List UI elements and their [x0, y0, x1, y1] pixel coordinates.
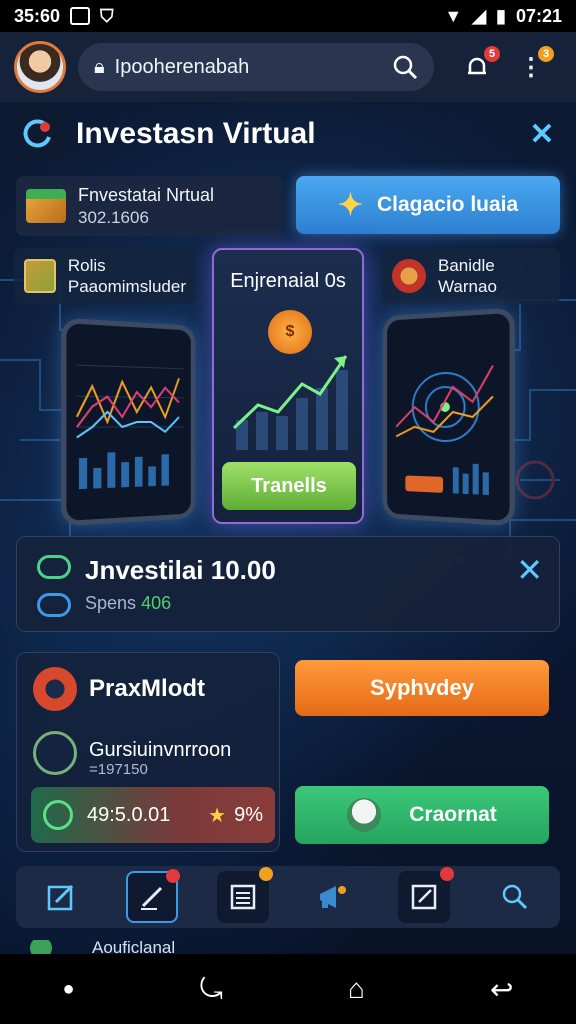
- stat-bar[interactable]: 49:5.0.01 ★ 9%: [31, 787, 275, 843]
- cube-icon: [24, 259, 56, 293]
- system-nav-bar: ● ⤿ ⌂ ↩: [0, 954, 576, 1024]
- dot-icon[interactable]: ●: [63, 978, 75, 1001]
- app-icon: [70, 7, 91, 25]
- notification-button[interactable]: 5: [462, 46, 500, 82]
- phone-illustration-left: [61, 317, 196, 527]
- line-chart-graphic: [66, 323, 190, 490]
- shield-icon: ⛉: [100, 5, 114, 26]
- notification-sub-label: Spens: [85, 593, 137, 613]
- notification-card[interactable]: Jnvestilai 10.00 Spens 406 ✕: [16, 536, 560, 632]
- logo-icon: [23, 119, 51, 148]
- coin-symbol: $: [285, 323, 295, 340]
- app-logo: [14, 110, 62, 158]
- balance-label: Fnvestatai Nrtual: [78, 184, 215, 205]
- page-title: Investasn Virtual: [76, 117, 316, 150]
- tab-alert-dot: [439, 867, 454, 881]
- status-bar: 35:60 ⛉ ▼ ◢ ▮ 07:21: [0, 0, 576, 32]
- document-edit-icon: [411, 884, 437, 910]
- sparkle-icon: ✦: [337, 188, 363, 222]
- green-button-label: Craornat: [409, 803, 497, 826]
- list-icon: [230, 884, 255, 910]
- portfolio-title: PraxMlodt: [89, 675, 206, 702]
- menu-badge: 3: [538, 46, 554, 62]
- conversion-label: Gursiuinvnrroon: [89, 739, 232, 761]
- center-card-button[interactable]: Tranells: [222, 462, 356, 510]
- tab-write[interactable]: [125, 869, 180, 923]
- close-icon[interactable]: ✕: [516, 551, 543, 589]
- edit-icon: [48, 884, 74, 911]
- pencil-icon: [140, 886, 163, 910]
- radar-chart-graphic: [387, 313, 509, 496]
- toggle-icon: [37, 555, 71, 579]
- avatar[interactable]: [14, 41, 66, 93]
- notification-title: Jnvestilai 10.00: [85, 555, 276, 585]
- overflow-menu-button[interactable]: ⋮ 3: [516, 46, 554, 82]
- tab-list[interactable]: [216, 867, 273, 923]
- primary-action-button[interactable]: ✦ Clagacio luaia: [296, 176, 560, 234]
- home-icon[interactable]: ⌂: [348, 973, 365, 1005]
- primary-button-label: Clagacio luaia: [376, 193, 519, 216]
- recent-apps-icon[interactable]: ⤿: [200, 973, 223, 1006]
- portfolio-panel: PraxMlodt Gursiuinvnrroon =197150 49:5.0…: [16, 652, 280, 852]
- center-card-title: Enjrenaial 0s: [230, 270, 346, 292]
- lock-icon: 🔒︎: [94, 55, 105, 78]
- back-icon[interactable]: ↩: [490, 973, 513, 1006]
- signal-icon: ◢: [472, 5, 487, 26]
- mascot-icon: [347, 798, 382, 832]
- bottom-tab-bar: [16, 866, 560, 928]
- feature-left-subtitle: Paaomimsluder: [67, 277, 186, 296]
- balance-card[interactable]: Fnvestatai Nrtual 302.1606: [16, 176, 282, 236]
- orange-action-button[interactable]: Syphvdey: [295, 660, 549, 716]
- tab-document[interactable]: [397, 867, 454, 923]
- feature-right-title: Banidle: [438, 256, 495, 275]
- url-bar[interactable]: 🔒︎ Ipooherenabah: [78, 43, 434, 91]
- feature-left-title: Rolis: [67, 256, 106, 275]
- tab-megaphone[interactable]: [307, 871, 359, 923]
- growth-chart-graphic: [232, 355, 348, 450]
- stat-percent: 9%: [234, 803, 263, 826]
- url-text: Ipooherenabah: [114, 55, 250, 78]
- conversion-value: =197150: [89, 761, 148, 778]
- tab-search[interactable]: [489, 871, 541, 923]
- close-icon[interactable]: ✕: [522, 117, 562, 152]
- tab-edit[interactable]: [35, 871, 87, 923]
- top-bar: 🔒︎ Ipooherenabah 5 ⋮ 3: [0, 32, 576, 102]
- balance-value: 302.1606: [78, 207, 149, 227]
- green-action-button[interactable]: Craornat: [295, 786, 549, 844]
- search-icon[interactable]: [392, 54, 418, 80]
- notification-sub-value: 406: [141, 593, 172, 613]
- feature-card-center[interactable]: Enjrenaial 0s $ Tranells: [212, 248, 364, 524]
- tab-alert-dot: [258, 867, 273, 881]
- feature-card-right[interactable]: Banidle Warnao: [382, 248, 560, 304]
- tab-alert-dot: [165, 869, 180, 883]
- star-icon: ★: [208, 804, 227, 827]
- wifi-icon: ▼: [444, 5, 463, 26]
- notification-badge: 5: [484, 46, 500, 62]
- phone-illustration-right: [382, 307, 515, 527]
- status-clock: 07:21: [515, 5, 562, 26]
- target-icon: [33, 667, 77, 711]
- coin-icon: $: [268, 310, 312, 354]
- notification-subtitle: Spens 406: [85, 593, 171, 614]
- box-icon: [26, 189, 66, 223]
- chevron-down-icon[interactable]: [33, 731, 77, 775]
- status-time: 35:60: [14, 5, 61, 26]
- clock-icon: [43, 800, 73, 830]
- feature-card-left[interactable]: Rolis Paaomimsluder: [14, 248, 196, 304]
- search-icon: [502, 884, 527, 910]
- bomb-icon: [392, 259, 426, 293]
- link-icon: [37, 593, 71, 617]
- megaphone-icon: [320, 886, 347, 908]
- page-header: Investasn Virtual ✕: [14, 108, 562, 160]
- feature-right-subtitle: Warnao: [438, 277, 497, 296]
- battery-icon: ▮: [496, 5, 506, 26]
- stat-value: 49:5.0.01: [87, 803, 171, 826]
